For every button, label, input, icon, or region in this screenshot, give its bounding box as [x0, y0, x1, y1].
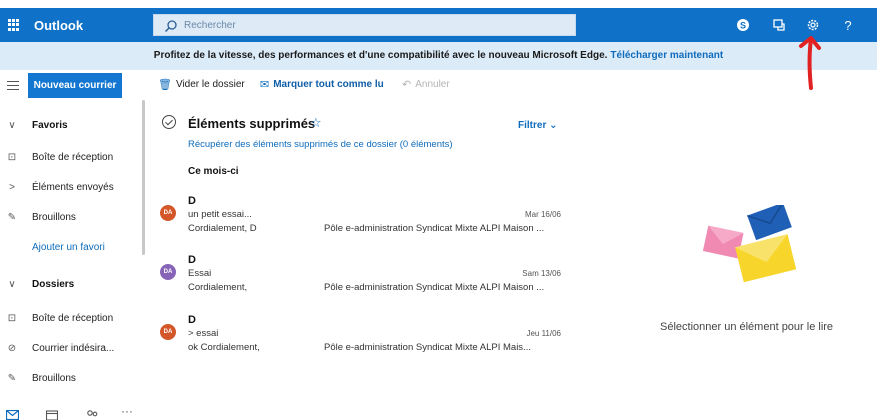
- message-date: Mar 16/06: [524, 210, 561, 219]
- folder-inbox[interactable]: ⊡ Boîte de réception: [0, 308, 140, 328]
- recover-deleted-link[interactable]: Récupérer des éléments supprimés de ce d…: [188, 139, 453, 150]
- select-all-checkbox[interactable]: [162, 115, 176, 129]
- pencil-icon: ✎: [7, 372, 17, 384]
- trash-icon: 🗑︎: [158, 79, 172, 91]
- message-sender: D: [188, 314, 196, 326]
- avatar: DA: [160, 205, 176, 221]
- message-preview-signature: Pôle e-administration Syndicat Mixte ALP…: [324, 282, 545, 293]
- inbox-icon: ⊡: [7, 151, 17, 163]
- undo-icon: ↶: [402, 79, 412, 91]
- help-icon[interactable]: ?: [840, 17, 856, 33]
- left-pane-scrollbar[interactable]: [142, 100, 145, 255]
- favorite-sent[interactable]: > Éléments envoyés: [0, 177, 140, 197]
- folder-junk[interactable]: ⊘ Courrier indésira...: [0, 338, 140, 358]
- filter-button[interactable]: Filtrer ⌄: [518, 120, 558, 131]
- message-sender: D: [188, 195, 196, 207]
- chevron-down-icon: ∨: [8, 278, 16, 290]
- hamburger-menu-icon[interactable]: [7, 81, 19, 91]
- app-title[interactable]: Outlook: [34, 18, 83, 33]
- message-preview: ok Cordialement,: [188, 342, 260, 353]
- search-input[interactable]: [184, 17, 564, 33]
- annotation-arrow-icon: [799, 36, 821, 90]
- folder-drafts[interactable]: ✎ Brouillons: [0, 368, 140, 388]
- message-subject: > essai: [188, 328, 219, 339]
- skype-icon[interactable]: S: [735, 17, 751, 33]
- group-header: Ce mois-ci: [188, 166, 239, 177]
- folders-header[interactable]: ∨ Dossiers: [0, 274, 140, 294]
- folder-title: Éléments supprimés: [188, 116, 316, 131]
- top-bar: Outlook S ?: [0, 8, 877, 42]
- more-icon[interactable]: ···: [121, 404, 133, 418]
- message-preview: Cordialement,: [188, 282, 248, 293]
- favorite-inbox[interactable]: ⊡ Boîte de réception: [0, 147, 140, 167]
- message-preview-signature: Pôle e-administration Syndicat Mixte ALP…: [324, 342, 531, 353]
- message-subject: Essai: [188, 268, 212, 279]
- add-favorite-link[interactable]: Ajouter un favori: [0, 237, 140, 257]
- message-preview-signature: Pôle e-administration Syndicat Mixte ALP…: [324, 223, 545, 234]
- envelopes-illustration: [703, 205, 797, 283]
- banner-text: Profitez de la vitesse, des performances…: [153, 50, 608, 61]
- list-item[interactable]: DA D un petit essai... Mar 16/06 Cordial…: [158, 195, 578, 247]
- favorites-header[interactable]: ∨ Favoris: [0, 115, 140, 135]
- message-subject: un petit essai...: [188, 209, 252, 220]
- mail-icon[interactable]: [6, 410, 19, 420]
- avatar: DA: [160, 264, 176, 280]
- chevron-down-icon: ∨: [8, 119, 16, 131]
- star-icon[interactable]: ☆: [310, 115, 322, 131]
- settings-gear-icon[interactable]: [805, 17, 821, 33]
- send-icon: >: [9, 181, 15, 193]
- reading-pane-empty-text: Sélectionner un élément pour le lire: [660, 321, 834, 333]
- search-box[interactable]: [153, 14, 576, 36]
- avatar: DA: [160, 324, 176, 340]
- list-item[interactable]: DA D Essai Sam 13/06 Cordialement, Pôle …: [158, 254, 578, 306]
- inbox-icon: ⊡: [7, 312, 17, 324]
- favorite-drafts[interactable]: ✎ Brouillons: [0, 207, 140, 227]
- mark-all-read-button[interactable]: ✉ Marquer tout comme lu: [260, 78, 384, 91]
- app-launcher-icon[interactable]: [8, 19, 20, 31]
- edge-banner: Profitez de la vitesse, des performances…: [0, 42, 877, 70]
- list-item[interactable]: DA D > essai Jeu 11/06 ok Cordialement, …: [158, 314, 578, 366]
- message-date: Sam 13/06: [522, 269, 561, 278]
- search-icon: [164, 20, 177, 33]
- banner-download-link[interactable]: Télécharger maintenant: [610, 50, 723, 61]
- undo-button[interactable]: ↶ Annuler: [402, 78, 450, 91]
- meet-now-icon[interactable]: [771, 17, 787, 33]
- empty-folder-button[interactable]: 🗑︎ Vider le dossier: [158, 78, 245, 91]
- envelope-open-icon: ✉: [260, 79, 270, 91]
- svg-text:S: S: [740, 21, 746, 31]
- people-icon[interactable]: [86, 410, 98, 420]
- calendar-icon[interactable]: [46, 410, 58, 420]
- chevron-down-icon: ⌄: [549, 120, 558, 131]
- pencil-icon: ✎: [7, 211, 17, 223]
- new-mail-button[interactable]: Nouveau courrier: [28, 73, 122, 98]
- message-preview: Cordialement, D: [188, 223, 257, 234]
- message-sender: D: [188, 254, 196, 266]
- junk-icon: ⊘: [7, 342, 17, 354]
- message-date: Jeu 11/06: [526, 329, 561, 338]
